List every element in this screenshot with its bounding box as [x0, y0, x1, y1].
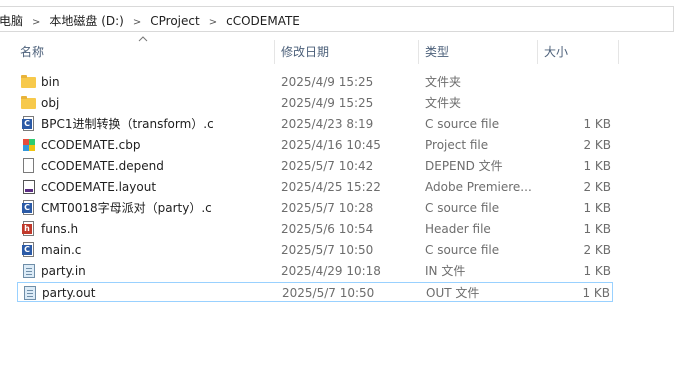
file-size: 1 KB	[583, 264, 611, 278]
file-modified-date: 2025/5/7 10:50	[281, 243, 374, 257]
breadcrumb-item-ccodemate[interactable]: cCODEMATE	[226, 14, 300, 28]
file-row[interactable]: party.in 2025/4/29 10:18 IN 文件 1 KB	[17, 261, 613, 281]
file-size: 2 KB	[583, 243, 611, 257]
file-size: 2 KB	[583, 180, 611, 194]
file-name: party.out	[42, 286, 96, 300]
column-header-type[interactable]: 类型	[425, 40, 449, 64]
file-row[interactable]: h funs.h 2025/5/6 10:54 Header file 1 KB	[17, 219, 613, 239]
column-header: 名称 修改日期 类型 大小	[0, 40, 674, 64]
file-size: 2 KB	[583, 138, 611, 152]
file-type: C source file	[425, 243, 500, 257]
breadcrumb-item-cproject[interactable]: CProject	[150, 14, 199, 28]
file-modified-date: 2025/4/23 8:19	[281, 117, 374, 131]
file-name: funs.h	[41, 222, 79, 236]
file-type: C source file	[425, 201, 500, 215]
file-row[interactable]: bin 2025/4/9 15:25 文件夹	[17, 72, 613, 92]
blank-file-icon	[21, 158, 37, 174]
file-row[interactable]: obj 2025/4/9 15:25 文件夹	[17, 93, 613, 113]
folder-icon	[21, 74, 37, 90]
chevron-right-icon[interactable]: >	[133, 17, 141, 28]
file-type: 文件夹	[425, 96, 462, 110]
file-type: 文件夹	[425, 75, 462, 89]
file-name: CMT0018字母派对（party）.c	[41, 201, 212, 215]
file-row[interactable]: party.out 2025/5/7 10:50 OUT 文件 1 KB	[17, 282, 613, 302]
file-modified-date: 2025/5/6 10:54	[281, 222, 374, 236]
chevron-right-icon[interactable]: >	[209, 17, 217, 28]
file-modified-date: 2025/4/16 10:45	[281, 138, 381, 152]
file-name: bin	[41, 75, 60, 89]
column-divider[interactable]	[618, 40, 619, 64]
file-modified-date: 2025/5/7 10:28	[281, 201, 374, 215]
file-name: cCODEMATE.depend	[41, 159, 164, 173]
column-header-size[interactable]: 大小	[544, 40, 568, 64]
file-name: BPC1进制转换（transform）.c	[41, 117, 214, 131]
c-source-icon: C	[21, 242, 37, 258]
file-type: DEPEND 文件	[425, 159, 503, 173]
folder-icon	[21, 95, 37, 111]
file-name: cCODEMATE.layout	[41, 180, 157, 194]
file-name: cCODEMATE.cbp	[41, 138, 141, 152]
file-type: OUT 文件	[426, 286, 480, 300]
file-modified-date: 2025/4/9 15:25	[281, 75, 374, 89]
breadcrumb-item-drive[interactable]: 本地磁盘 (D:)	[49, 12, 123, 29]
file-modified-date: 2025/4/25 15:22	[281, 180, 381, 194]
codeblocks-project-icon	[21, 137, 37, 153]
file-row[interactable]: Cmain.c 2025/5/7 10:50 C source file 2 KB	[17, 240, 613, 260]
file-row[interactable]: C BPC1进制转换（transform）.c 2025/4/23 8:19 C so…	[17, 114, 613, 134]
file-name: main.c	[41, 243, 82, 257]
file-type: IN 文件	[425, 264, 466, 278]
file-row[interactable]: C CMT0018字母派对（party）.c 2025/5/7 10:28 C sou…	[17, 198, 613, 218]
column-header-date[interactable]: 修改日期	[281, 40, 329, 64]
file-size: 1 KB	[583, 201, 611, 215]
file-modified-date: 2025/4/29 10:18	[281, 264, 381, 278]
file-modified-date: 2025/5/7 10:42	[281, 159, 374, 173]
file-type: Adobe Premiere...	[425, 180, 532, 194]
file-size: 1 KB	[583, 117, 611, 131]
c-source-icon: C	[21, 200, 37, 216]
file-modified-date: 2025/4/9 15:25	[281, 96, 374, 110]
file-name: obj	[41, 96, 60, 110]
file-size: 1 KB	[583, 222, 611, 236]
text-file-icon	[21, 263, 37, 279]
breadcrumb-item-computer[interactable]: 电脑	[0, 12, 23, 29]
chevron-right-icon[interactable]: >	[32, 17, 40, 28]
text-file-icon	[22, 285, 38, 301]
file-row[interactable]: cCODEMATE.layout 2025/4/25 15:22 Adobe Pre…	[17, 177, 613, 197]
header-file-icon: h	[21, 221, 37, 237]
file-row[interactable]: cCODEMATE.cbp 2025/4/16 10:45 Project file…	[17, 135, 613, 155]
file-size: 1 KB	[583, 159, 611, 173]
column-divider[interactable]	[418, 40, 419, 64]
file-type: C source file	[425, 117, 500, 131]
column-divider[interactable]	[274, 40, 275, 64]
file-type: Header file	[425, 222, 491, 236]
layout-file-icon	[21, 179, 37, 195]
column-divider[interactable]	[537, 40, 538, 64]
breadcrumb: 电脑 > 本地磁盘 (D:) > CProject > cCODEMATE	[0, 12, 300, 29]
column-header-name[interactable]: 名称	[20, 40, 44, 64]
address-bar[interactable]: 电脑 > 本地磁盘 (D:) > CProject > cCODEMATE	[0, 6, 674, 32]
file-row[interactable]: cCODEMATE.depend 2025/5/7 10:42 DEPEND 文件 1…	[17, 156, 613, 176]
file-size: 1 KB	[582, 286, 610, 300]
file-modified-date: 2025/5/7 10:50	[282, 286, 375, 300]
file-name: party.in	[41, 264, 86, 278]
file-type: Project file	[425, 138, 489, 152]
c-source-icon: C	[21, 116, 37, 132]
